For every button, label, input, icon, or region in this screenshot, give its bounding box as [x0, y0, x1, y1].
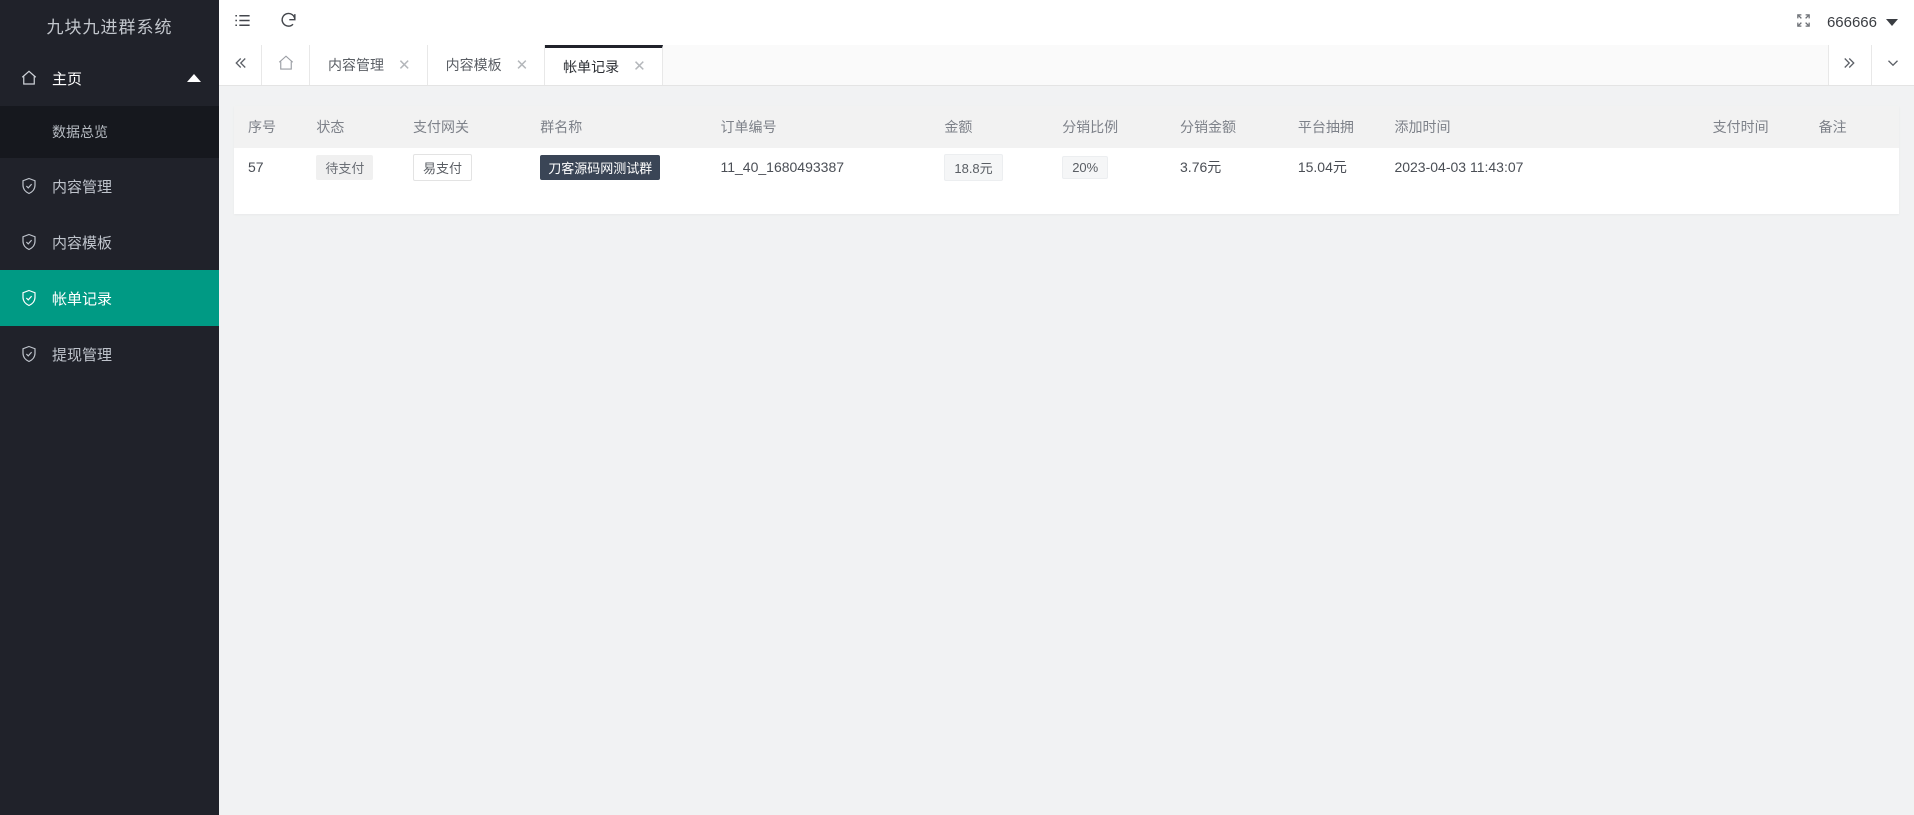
column-header-paid-at: 支付时间	[1698, 106, 1805, 148]
cell-group-name: 刀客源码网测试群	[526, 148, 707, 186]
tabbar-home-button[interactable]	[262, 45, 310, 85]
caret-down-icon	[1886, 19, 1898, 26]
sidebar-item-bill-records[interactable]: 帐单记录	[0, 270, 219, 326]
tab-label: 内容管理	[328, 57, 384, 73]
chevron-up-icon	[187, 74, 201, 82]
cell-paid-at	[1698, 148, 1805, 186]
tabbar-menu-button[interactable]	[1871, 45, 1914, 85]
column-header-seq: 序号	[234, 106, 303, 148]
close-icon[interactable]: ✕	[398, 58, 411, 73]
column-header-ratio: 分销比例	[1048, 106, 1167, 148]
sidebar-item-content-management[interactable]: 内容管理	[0, 158, 219, 214]
column-header-status: 状态	[302, 106, 399, 148]
ratio-badge: 20%	[1062, 155, 1109, 179]
column-header-remark: 备注	[1804, 106, 1899, 148]
amount-badge: 18.8元	[944, 153, 1003, 181]
shield-check-icon	[18, 175, 40, 197]
cell-amount: 18.8元	[930, 148, 1049, 186]
cell-created-at: 2023-04-03 11:43:07	[1380, 148, 1699, 186]
column-header-platform-cut: 平台抽拥	[1283, 106, 1381, 148]
cell-gateway: 易支付	[398, 148, 527, 186]
bill-records-table: 序号 状态 支付网关 群名称 订单编号 金额 分销比例 分销金额 平台抽拥 添加…	[234, 106, 1899, 186]
tab-bill-records[interactable]: 帐单记录 ✕	[545, 45, 663, 85]
shield-check-icon	[18, 231, 40, 253]
brand-title: 九块九进群系统	[46, 17, 173, 37]
seq-value: 57	[248, 159, 264, 175]
gateway-badge: 易支付	[412, 153, 472, 181]
content-area: 序号 状态 支付网关 群名称 订单编号 金额 分销比例 分销金额 平台抽拥 添加…	[219, 86, 1914, 815]
column-header-created-at: 添加时间	[1380, 106, 1699, 148]
tabbar-controls	[1828, 45, 1914, 85]
cell-dist-amount: 3.76元	[1166, 148, 1284, 186]
close-icon[interactable]: ✕	[633, 59, 646, 74]
refresh-button[interactable]	[265, 0, 311, 45]
app-root: 九块九进群系统 主页 数据总览 内容管理 内容模板 帐单记录 提现管理 6666…	[0, 0, 1914, 815]
created-at-value: 2023-04-03 11:43:07	[1394, 159, 1524, 175]
status-badge: 待支付	[316, 154, 374, 180]
column-header-order-no: 订单编号	[706, 106, 931, 148]
dist-amount-value: 3.76元	[1180, 159, 1222, 175]
sidebar: 九块九进群系统 主页 数据总览 内容管理 内容模板 帐单记录 提现管理	[0, 0, 219, 815]
sidebar-item-label: 内容模板	[52, 234, 113, 252]
shield-check-icon	[18, 287, 40, 309]
platform-cut-value: 15.04元	[1297, 159, 1347, 175]
tabbar: 内容管理 ✕ 内容模板 ✕ 帐单记录 ✕	[219, 45, 1914, 86]
column-header-gateway: 支付网关	[398, 106, 527, 148]
sidebar-item-label: 提现管理	[52, 346, 113, 364]
table-body: 57 待支付 易支付 刀客源码网测试群 11_40_1680493387 18.…	[234, 148, 1899, 186]
cell-order-no: 11_40_1680493387	[706, 148, 931, 186]
cell-status: 待支付	[302, 148, 399, 186]
sidebar-subnav-home: 数据总览	[0, 106, 219, 158]
sidebar-subitem-label: 数据总览	[52, 124, 108, 140]
column-header-dist-amount: 分销金额	[1166, 106, 1284, 148]
sidebar-item-home[interactable]: 主页	[0, 50, 219, 106]
sidebar-item-label: 主页	[52, 70, 83, 88]
cell-remark	[1804, 148, 1899, 186]
chevron-double-right-icon	[1841, 54, 1859, 77]
tab-label: 内容模板	[445, 57, 502, 73]
list-menu-icon	[233, 11, 252, 35]
tab-label: 帐单记录	[563, 58, 620, 75]
bill-records-card: 序号 状态 支付网关 群名称 订单编号 金额 分销比例 分销金额 平台抽拥 添加…	[234, 106, 1899, 214]
table-row[interactable]: 57 待支付 易支付 刀客源码网测试群 11_40_1680493387 18.…	[234, 148, 1899, 186]
home-icon	[18, 67, 40, 89]
refresh-icon	[279, 11, 298, 35]
sidebar-item-content-template[interactable]: 内容模板	[0, 214, 219, 270]
sidebar-item-data-overview[interactable]: 数据总览	[0, 106, 219, 158]
shield-check-icon	[18, 343, 40, 365]
home-outline-icon	[277, 54, 295, 77]
group-name-badge: 刀客源码网测试群	[540, 154, 661, 180]
cell-platform-cut: 15.04元	[1283, 148, 1381, 186]
column-header-group-name: 群名称	[526, 106, 707, 148]
chevron-down-icon	[1884, 54, 1902, 77]
sidebar-item-label: 内容管理	[52, 178, 113, 196]
menu-toggle-button[interactable]	[219, 0, 265, 45]
close-icon[interactable]: ✕	[516, 58, 529, 73]
order-no-value: 11_40_1680493387	[720, 159, 845, 175]
tab-content-management[interactable]: 内容管理 ✕	[310, 45, 428, 85]
cell-ratio: 20%	[1048, 148, 1167, 186]
fullscreen-icon	[1795, 12, 1812, 34]
table-header: 序号 状态 支付网关 群名称 订单编号 金额 分销比例 分销金额 平台抽拥 添加…	[234, 106, 1899, 148]
sidebar-item-withdraw-management[interactable]: 提现管理	[0, 326, 219, 382]
column-header-amount: 金额	[930, 106, 1049, 148]
user-name-label: 666666	[1826, 14, 1877, 31]
chevron-double-left-icon	[231, 54, 249, 77]
fullscreen-button[interactable]	[1781, 0, 1827, 45]
tabbar-scroll-left-button[interactable]	[219, 45, 262, 85]
table-header-row: 序号 状态 支付网关 群名称 订单编号 金额 分销比例 分销金额 平台抽拥 添加…	[234, 106, 1899, 148]
cell-seq: 57	[234, 148, 303, 186]
topbar: 666666	[219, 0, 1914, 45]
tabbar-scroll-right-button[interactable]	[1828, 45, 1871, 85]
user-menu[interactable]: 666666	[1827, 14, 1914, 31]
sidebar-item-label: 帐单记录	[52, 290, 113, 308]
tab-content-template[interactable]: 内容模板 ✕	[427, 45, 546, 85]
